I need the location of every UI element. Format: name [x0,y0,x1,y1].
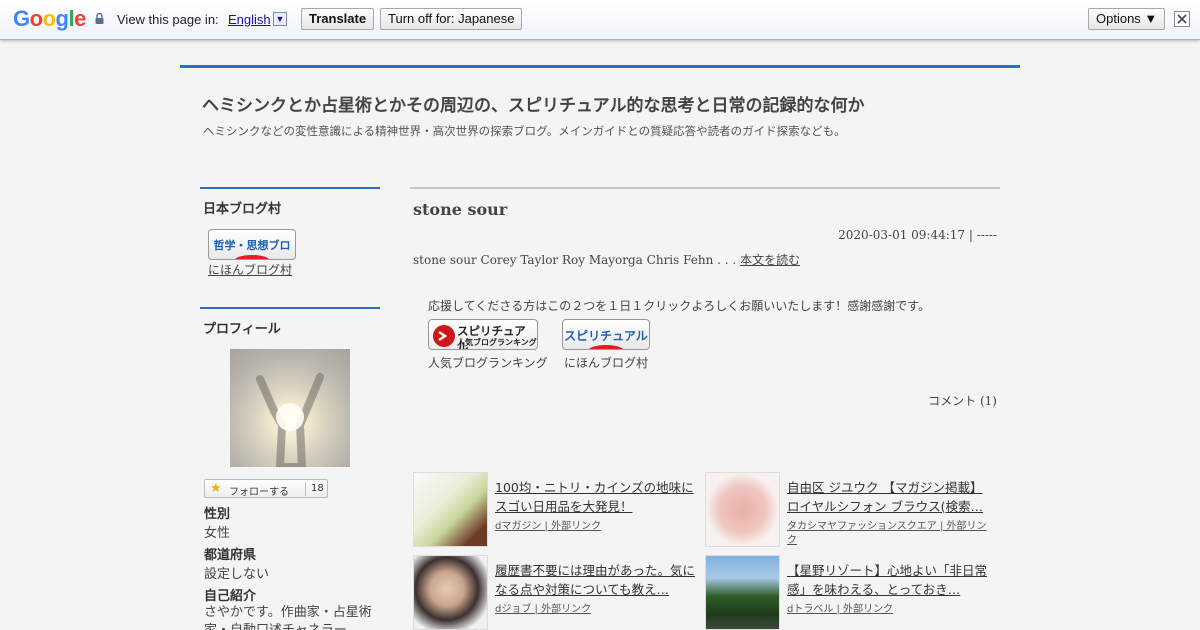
village-link[interactable]: にほんブログ村 [208,261,292,278]
intro-label: 自己紹介 [204,589,257,604]
support-text: 応援してくださる方はこの２つを１日１クリックよろしくお願いいたします！感謝感謝で… [428,299,931,313]
post-rule [410,187,1000,189]
ad-title[interactable]: 履歴書不要には理由があった。気になる点や対策についても教え… [495,561,700,599]
follow-label: フォローする [229,487,289,498]
village-badge[interactable]: 哲学・思想ブログ [208,229,296,260]
ad-item[interactable]: 100均・ニトリ・カインズの地味にスゴい日用品を大発見！ dマガジン | 外部リ… [413,472,703,548]
ad-source[interactable]: タカシマヤファッションスクエア | 外部リンク [787,520,987,548]
ad-title[interactable]: 【星野リゾート】心地よい「非日常感」を味わえる、とっておき… [787,561,992,599]
ad-thumbnail[interactable] [705,555,780,630]
post-date: 2020-03-01 09:44:17 | ----- [838,228,997,242]
badge-dot [588,345,624,349]
gender-label: 性別 [204,507,231,522]
close-icon[interactable] [1174,11,1190,27]
gender-value: 女性 [204,526,231,541]
intro-value: さやかです。作曲家・占星術家・自動口述チャネラー [204,605,372,630]
ad-source[interactable]: dトラベル | 外部リンク [787,603,987,617]
profile-image[interactable] [230,349,350,471]
follow-divider [305,482,306,496]
sidebar-rule [200,187,380,189]
options-button[interactable]: Options ▼ [1088,8,1166,30]
star-icon: ★ [210,481,222,496]
ad-item[interactable]: 自由区 ジユウク 【マガジン掲載】ロイヤルシフォン ブラウス(検索… タカシマヤ… [705,472,995,548]
translate-button[interactable]: Translate [301,8,375,30]
ad-title[interactable]: 自由区 ジユウク 【マガジン掲載】ロイヤルシフォン ブラウス(検索… [787,478,992,516]
blog-description: ヘミシンクなどの変性意識による精神世界・高次世界の探索ブログ。メインガイドとの質… [203,124,846,138]
post-excerpt: stone sour Corey Taylor Roy Mayorga Chri… [413,251,800,268]
header-rule [180,65,1020,68]
blog-title[interactable]: ヘミシンクとか占星術とかその周辺の、スピリチュアル的な思考と日常の記録的な何か [202,91,865,116]
lock-icon [95,13,104,24]
ranking-label[interactable]: 人気ブログランキング [428,354,548,371]
follow-count: 18 [311,483,324,494]
village-heading: 日本ブログ村 [203,202,282,217]
post-excerpt-text: stone sour Corey Taylor Roy Mayorga Chri… [413,253,737,267]
ad-source[interactable]: dジョブ | 外部リンク [495,603,695,617]
prefecture-value: 設定しない [204,567,270,582]
prefecture-label: 都道府県 [204,548,257,563]
village-spiritual-text: スピリチュアル [564,329,648,343]
google-logo: Google [13,6,86,31]
dropdown-icon[interactable]: ▼ [273,12,287,26]
ad-item[interactable]: 【星野リゾート】心地よい「非日常感」を味わえる、とっておき… dトラベル | 外… [705,555,995,630]
village-spiritual-badge[interactable]: スピリチュアル [562,319,650,350]
ranking-badge-sub: 人気ブログランキング [457,338,537,347]
ad-title[interactable]: 100均・ニトリ・カインズの地味にスゴい日用品を大発見！ [495,478,700,516]
ad-thumbnail[interactable] [413,555,488,630]
view-in-label: View this page in: [117,12,219,27]
ranking-badge[interactable]: スピリチュアル 人気ブログランキング [428,319,538,350]
ad-item[interactable]: 履歴書不要には理由があった。気になる点や対策についても教え… dジョブ | 外部… [413,555,703,630]
ad-thumbnail[interactable] [705,472,780,547]
language-link[interactable]: English [228,12,271,27]
ad-thumbnail[interactable] [413,472,488,547]
ad-source[interactable]: dマガジン | 外部リンク [495,520,695,534]
turn-off-button[interactable]: Turn off for: Japanese [380,8,523,30]
ranking-logo-icon [433,325,455,347]
comment-link[interactable]: コメント (1) [900,392,997,409]
village-spiritual-label[interactable]: にほんブログ村 [564,354,648,371]
read-more-link[interactable]: 本文を読む [740,253,800,267]
post-title[interactable]: stone sour [413,200,507,219]
translate-bar: Google View this page in: English ▼ Tran… [0,0,1200,40]
sidebar-rule [200,307,380,309]
follow-button[interactable]: ★ フォローする 18 [204,479,328,498]
badge-dot [234,255,270,259]
profile-heading: プロフィール [203,322,281,337]
